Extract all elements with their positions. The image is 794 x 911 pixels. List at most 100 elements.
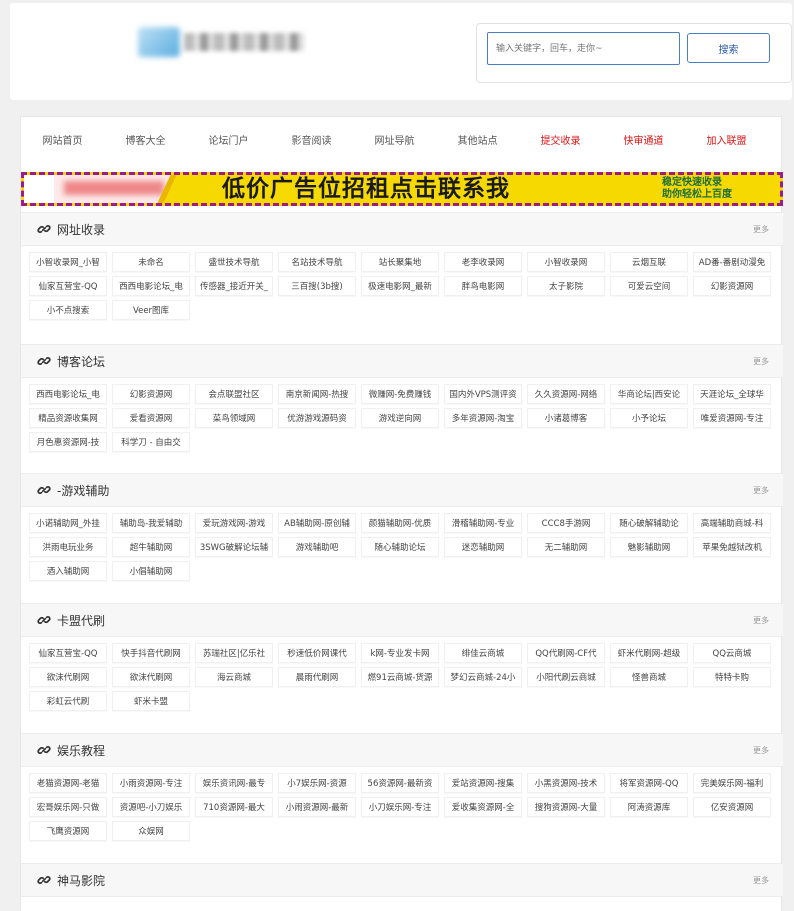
site-link[interactable]: 小7娱乐网-资源 [278,773,356,793]
site-link[interactable]: 超牛辅助网 [112,537,190,557]
more-link[interactable]: 更多 [753,875,769,886]
site-link[interactable]: 小智收录网_小智 [29,252,107,272]
nav-item[interactable]: 论坛门户 [187,132,270,147]
site-link[interactable]: 会点联盟社区 [195,384,273,404]
site-link[interactable]: 传感器_接近开关_ [195,276,273,296]
site-link[interactable]: 洪雨电玩业务 [29,537,107,557]
site-link[interactable]: 游戏逆向网 [361,408,439,428]
site-link[interactable]: 幻影资源网 [112,384,190,404]
site-link[interactable]: 特特卡购 [693,667,771,687]
site-link[interactable]: 西西电影论坛_电 [29,384,107,404]
site-link[interactable]: 可爱云空间 [610,276,688,296]
site-link[interactable]: 未命名 [112,252,190,272]
site-link[interactable]: 小刀娱乐网-专注 [361,797,439,817]
nav-item[interactable]: 影音阅读 [270,132,353,147]
site-link[interactable]: 欲沫代刷网 [112,667,190,687]
site-link[interactable]: 完美娱乐网-福利 [693,773,771,793]
ad-banner[interactable]: 低价广告位招租点击联系我 稳定快速收录 助你轻松上百度 [21,172,783,206]
site-link[interactable]: 老猫资源网-老猫 [29,773,107,793]
site-link[interactable]: 将军资源网-QQ [610,773,688,793]
site-link[interactable]: 云烟互联 [610,252,688,272]
site-link[interactable]: 南京新闻网-热搜 [278,384,356,404]
nav-item[interactable]: 快审通道 [602,132,685,147]
site-link[interactable]: 优游游戏源码资 [278,408,356,428]
site-link[interactable]: 酒入辅助网 [29,561,107,581]
site-link[interactable]: 苹果免越狱改机 [693,537,771,557]
site-link[interactable]: 魅影辅助网 [610,537,688,557]
nav-item[interactable]: 网址导航 [353,132,436,147]
site-link[interactable]: 仙家互营宝-QQ [29,643,107,663]
site-link[interactable]: 站长聚集地 [361,252,439,272]
site-link[interactable]: 小雨资源网-专注 [112,773,190,793]
site-link[interactable]: 唯爱资源网-专注 [693,408,771,428]
site-link[interactable]: 小诺辅助网_外挂 [29,513,107,533]
site-link[interactable]: 彩虹云代刷 [29,691,107,711]
site-link[interactable]: 幻影资源网 [693,276,771,296]
site-link[interactable]: 56资源网-最新资 [361,773,439,793]
search-input[interactable] [487,32,680,65]
site-link[interactable]: 燃91云商城-货源 [361,667,439,687]
search-button[interactable]: 搜索 [687,33,770,63]
site-link[interactable]: 国内外VPS测评资 [444,384,522,404]
site-link[interactable]: 快手抖音代刷网 [112,643,190,663]
site-link[interactable]: 颜猫辅助网-优质 [361,513,439,533]
site-link[interactable]: 爱收集资源网-全 [444,797,522,817]
site-link[interactable]: 众娱网 [112,821,190,841]
site-logo[interactable] [128,21,308,63]
site-link[interactable]: 迷恋辅助网 [444,537,522,557]
site-link[interactable]: 爱玩游戏网-游戏 [195,513,273,533]
site-link[interactable]: 精品资源收集网 [29,408,107,428]
site-link[interactable]: 菜鸟领域网 [195,408,273,428]
site-link[interactable]: 娱乐资讯网-最专 [195,773,273,793]
more-link[interactable]: 更多 [753,356,769,367]
site-link[interactable]: 月色惠资源网-技 [29,432,107,452]
more-link[interactable]: 更多 [753,485,769,496]
site-link[interactable]: 盛世技术导航 [195,252,273,272]
site-link[interactable]: 小阳代刷云商城 [527,667,605,687]
nav-item[interactable]: 网站首页 [21,132,104,147]
nav-item[interactable]: 提交收录 [519,132,602,147]
site-link[interactable]: 滑稽辅助网-专业 [444,513,522,533]
site-link[interactable]: k网-专业发卡网 [361,643,439,663]
site-link[interactable]: 微赚网-免费赚钱 [361,384,439,404]
site-link[interactable]: 小闹资源网-最新 [278,797,356,817]
site-link[interactable]: 小予论坛 [610,408,688,428]
site-link[interactable]: 高端辅助商城-科 [693,513,771,533]
site-link[interactable]: 亿安资源网 [693,797,771,817]
nav-item[interactable]: 博客大全 [104,132,187,147]
more-link[interactable]: 更多 [753,615,769,626]
site-link[interactable]: 欲沫代刷网 [29,667,107,687]
site-link[interactable]: Veer图库 [112,300,190,320]
site-link[interactable]: 苏瑞社区|亿乐社 [195,643,273,663]
site-link[interactable]: AD番-番剧动漫免 [693,252,771,272]
site-link[interactable]: 无二辅助网 [527,537,605,557]
site-link[interactable]: 飞鹰资源网 [29,821,107,841]
site-link[interactable]: 海云商城 [195,667,273,687]
site-link[interactable]: 怪兽商城 [610,667,688,687]
site-link[interactable]: 太子影院 [527,276,605,296]
site-link[interactable]: 极速电影网_最新 [361,276,439,296]
site-link[interactable]: 梦幻云商城-24小 [444,667,522,687]
site-link[interactable]: 仙家互营宝-QQ [29,276,107,296]
more-link[interactable]: 更多 [753,224,769,235]
site-link[interactable]: 资源吧-小刀娱乐 [112,797,190,817]
site-link[interactable]: 三百搜(3b搜) [278,276,356,296]
site-link[interactable]: CCC8手游网 [527,513,605,533]
site-link[interactable]: 小智收录网 [527,252,605,272]
site-link[interactable]: 随心辅助论坛 [361,537,439,557]
site-link[interactable]: 秒速低价网课代 [278,643,356,663]
site-link[interactable]: 阿涛资源库 [610,797,688,817]
site-link[interactable]: 搜狗资源网-大量 [527,797,605,817]
nav-item[interactable]: 加入联盟 [685,132,768,147]
site-link[interactable]: 宏哥娱乐网-只做 [29,797,107,817]
site-link[interactable]: 爱站资源网-搜集 [444,773,522,793]
site-link[interactable]: QQ云商城 [693,643,771,663]
site-link[interactable]: 3SWG破解论坛辅 [195,537,273,557]
site-link[interactable]: 710资源网-最大 [195,797,273,817]
site-link[interactable]: 虾米代刷网-超级 [610,643,688,663]
site-link[interactable]: 游戏辅助吧 [278,537,356,557]
more-link[interactable]: 更多 [753,745,769,756]
site-link[interactable]: 华商论坛|西安论 [610,384,688,404]
site-link[interactable]: 小诸葛博客 [527,408,605,428]
site-link[interactable]: 多年资源网-淘宝 [444,408,522,428]
